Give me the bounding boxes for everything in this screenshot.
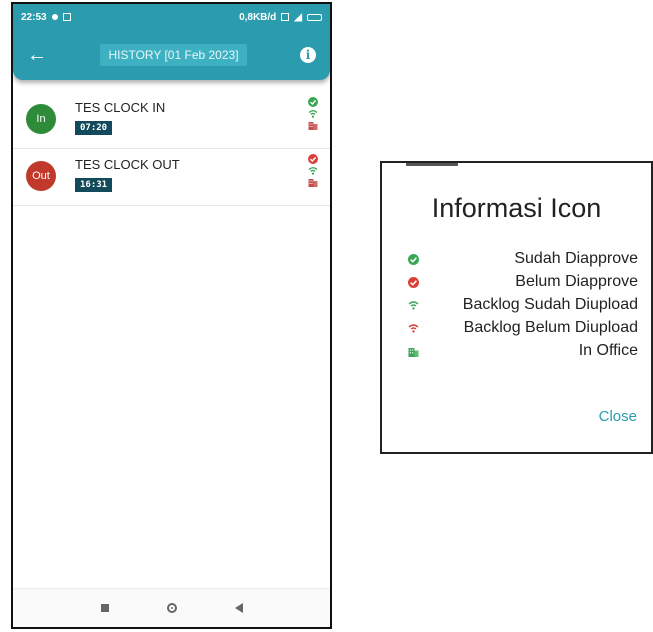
history-item-clock-in[interactable]: In TES CLOCK IN 07:20 <box>13 92 330 149</box>
status-icons <box>308 154 318 187</box>
battery-icon <box>307 13 322 21</box>
legend-label: Backlog Sudah Diupload <box>462 296 638 313</box>
home-icon[interactable] <box>166 603 177 613</box>
status-bar: 22:53 0,8KB/d ◢ <box>13 4 330 30</box>
phone-screenshot: 22:53 0,8KB/d ◢ ← HISTORY [01 Feb 2023] … <box>11 2 332 629</box>
building-icon <box>308 122 318 130</box>
legend-item: In Office <box>408 341 638 364</box>
check-circle-red-icon <box>308 154 318 164</box>
legend-label: In Office <box>578 342 638 359</box>
wifi-red-icon <box>408 324 419 333</box>
check-circle-red-icon <box>408 277 419 288</box>
legend-item: Belum Diapprove <box>408 272 638 295</box>
entry-title: TES CLOCK OUT <box>75 157 180 172</box>
network-speed: 0,8KB/d <box>239 11 277 23</box>
history-list: In TES CLOCK IN 07:20 Out TES CLOCK OUT … <box>13 92 330 206</box>
wifi-green-icon <box>408 301 419 310</box>
entry-time: 07:20 <box>75 121 113 135</box>
info-icon[interactable]: i <box>299 47 316 63</box>
legend-label: Sudah Diapprove <box>514 250 638 267</box>
close-button[interactable]: Close <box>599 408 637 425</box>
app-notification-icon <box>62 13 71 21</box>
status-icons <box>308 97 318 130</box>
wifi-green-icon <box>308 167 318 175</box>
check-circle-green-icon <box>408 254 419 265</box>
icon-legend: Sudah Diapprove Belum Diapprove Backlog … <box>408 249 638 364</box>
building-green-icon <box>408 348 419 357</box>
entry-title: TES CLOCK IN <box>75 100 166 115</box>
dialog-title: Informasi Icon <box>431 193 602 223</box>
page-title: HISTORY [01 Feb 2023] <box>100 44 247 66</box>
back-arrow-icon[interactable]: ← <box>27 45 47 65</box>
icon-info-dialog: Informasi Icon Sudah Diapprove Belum Dia… <box>380 161 653 454</box>
system-nav-bar <box>13 588 330 627</box>
dialog-accent-line <box>406 163 458 166</box>
app-bar: ← HISTORY [01 Feb 2023] i <box>13 30 330 80</box>
history-item-clock-out[interactable]: Out TES CLOCK OUT 16:31 <box>13 149 330 206</box>
signal-icon: ◢ <box>294 11 302 23</box>
nav-back-icon[interactable] <box>234 603 243 613</box>
legend-item: Backlog Belum Diupload <box>408 318 638 341</box>
wifi-green-icon <box>308 110 318 118</box>
check-circle-green-icon <box>308 97 318 107</box>
status-time: 22:53 <box>21 11 47 23</box>
legend-label: Belum Diapprove <box>515 273 638 290</box>
building-icon <box>308 179 318 187</box>
clock-out-badge: Out <box>26 161 56 191</box>
entry-time: 16:31 <box>75 178 113 192</box>
notification-dot-icon <box>51 14 58 20</box>
legend-item: Backlog Sudah Diupload <box>408 295 638 318</box>
legend-label: Backlog Belum Diupload <box>463 319 638 336</box>
recents-icon[interactable] <box>100 604 109 612</box>
legend-item: Sudah Diapprove <box>408 249 638 272</box>
alarm-icon <box>281 13 290 21</box>
clock-in-badge: In <box>26 104 56 134</box>
